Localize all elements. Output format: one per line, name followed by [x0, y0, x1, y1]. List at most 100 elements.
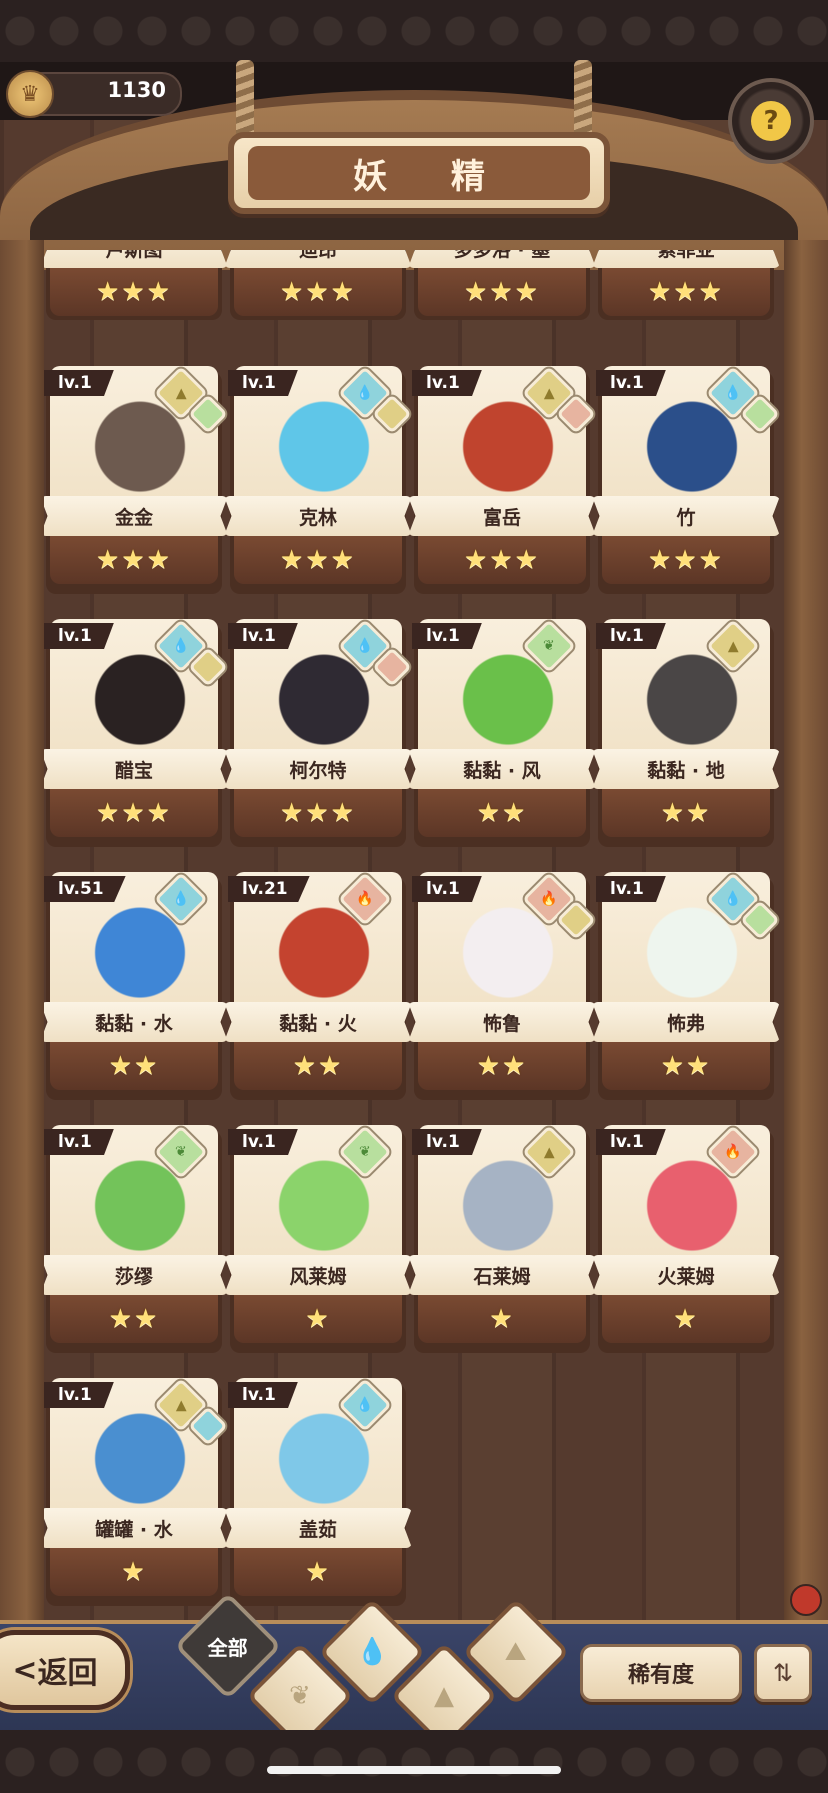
fairy-card[interactable]: lv.1 ▲ 罐罐 · 水 ★ — [44, 1378, 228, 1610]
star-rating: ★★★ — [418, 536, 586, 584]
fairy-name: 黏黏 · 火 — [279, 1012, 357, 1035]
fairy-card[interactable]: lv.1 💧 竹 ★★★ — [592, 366, 780, 598]
level-badge: lv.1 — [228, 1382, 298, 1408]
right-post — [784, 240, 828, 1630]
fairy-name: 富岳 — [482, 506, 521, 529]
fairy-card[interactable]: lv.51 💧 黏黏 · 水 ★★ — [44, 872, 228, 1104]
name-ribbon: 石莱姆 — [408, 1255, 596, 1295]
filter-all-label: 全部 — [208, 1635, 248, 1660]
rarity-sort-button[interactable]: 稀有度 — [580, 1644, 742, 1702]
fairy-card[interactable]: lv.1 💧 盖茹 ★ — [224, 1378, 412, 1610]
name-ribbon: 黏黏 · 火 — [224, 1002, 412, 1042]
level-badge: lv.1 — [596, 876, 666, 902]
star-rating: ★★★ — [50, 268, 218, 316]
name-ribbon: 盖茹 — [224, 1508, 412, 1548]
star-rating: ★★★ — [234, 789, 402, 837]
page-title: 妖 精 — [248, 146, 590, 200]
bottom-decor-band — [0, 1730, 828, 1793]
level-badge: lv.1 — [596, 623, 666, 649]
fairy-card[interactable]: lv.1 ❦ 莎缪 ★★ — [44, 1125, 228, 1357]
star-rating: ★★ — [234, 1042, 402, 1090]
name-ribbon: 罐罐 · 水 — [44, 1508, 228, 1548]
name-ribbon: 风莱姆 — [224, 1255, 412, 1295]
help-button[interactable]: ? — [728, 78, 814, 164]
fairy-card[interactable]: lv.1 💧 醋宝 ★★★ — [44, 619, 228, 851]
star-rating: ★★ — [418, 1042, 586, 1090]
level-badge: lv.1 — [228, 623, 298, 649]
name-ribbon: 富岳 — [408, 496, 596, 536]
level-badge: lv.1 — [596, 1129, 666, 1155]
fairy-card[interactable]: lv.21 🔥 黏黏 · 火 ★★ — [224, 872, 412, 1104]
back-button[interactable]: < 返回 — [0, 1630, 130, 1710]
home-indicator — [267, 1766, 561, 1774]
level-badge: lv.1 — [44, 370, 114, 396]
star-rating: ★ — [418, 1295, 586, 1343]
level-badge: lv.1 — [44, 1129, 114, 1155]
rock-icon: ▲ — [434, 1681, 454, 1711]
back-label: 返回 — [37, 1656, 98, 1691]
star-rating: ★★ — [602, 789, 770, 837]
star-rating: ★★ — [418, 789, 586, 837]
fairy-card[interactable]: lv.1 ❦ 黏黏 · 风 ★★ — [408, 619, 596, 851]
fairy-name: 索菲亚 — [657, 250, 714, 262]
fairy-card[interactable]: lv.1 💧 柯尔特 ★★★ — [224, 619, 412, 851]
fairy-name: 火莱姆 — [657, 1265, 715, 1288]
mountain-fire-icon: ⛰ — [505, 1636, 527, 1667]
star-rating: ★★ — [602, 1042, 770, 1090]
star-rating: ★★★ — [418, 268, 586, 316]
fairy-name: 克林 — [298, 506, 337, 529]
ladybug-icon — [790, 1584, 822, 1616]
fairy-card[interactable]: lv.1 ❦ 风莱姆 ★ — [224, 1125, 412, 1357]
level-badge: lv.1 — [412, 1129, 482, 1155]
fairy-name: 怖弗 — [666, 1012, 705, 1035]
name-ribbon: 黏黏 · 风 — [408, 749, 596, 789]
name-ribbon: 竹 — [592, 496, 780, 536]
name-ribbon: 醋宝 — [44, 749, 228, 789]
sort-order-button[interactable]: ⇅ — [754, 1644, 812, 1702]
star-rating: ★★ — [50, 1295, 218, 1343]
name-ribbon: 柯尔特 — [224, 749, 412, 789]
level-badge: lv.1 — [228, 370, 298, 396]
name-ribbon: 金金 — [44, 496, 228, 536]
fairy-name: 迪昂 — [299, 250, 337, 262]
fairy-name: 柯尔特 — [289, 759, 347, 782]
name-ribbon: 克林 — [224, 496, 412, 536]
fairy-name: 卢斯图 — [105, 250, 162, 262]
fairy-name: 醋宝 — [114, 759, 153, 782]
level-badge: lv.1 — [44, 623, 114, 649]
level-badge: lv.1 — [228, 1129, 298, 1155]
fairy-name: 黏黏 · 水 — [95, 1012, 173, 1035]
top-decor-band — [0, 0, 828, 62]
star-rating: ★ — [234, 1295, 402, 1343]
fairy-name: 风莱姆 — [289, 1265, 347, 1288]
fairy-card[interactable]: lv.1 🔥 怖鲁 ★★ — [408, 872, 596, 1104]
level-badge: lv.51 — [44, 876, 126, 902]
star-rating: ★★★ — [602, 536, 770, 584]
fairy-card[interactable]: lv.1 ▲ 石莱姆 ★ — [408, 1125, 596, 1357]
star-rating: ★★★ — [602, 268, 770, 316]
fairy-name: 怖鲁 — [482, 1012, 521, 1035]
level-badge: lv.1 — [44, 1382, 114, 1408]
fairy-name: 罐罐 · 水 — [95, 1518, 173, 1541]
name-ribbon: 怖弗 — [592, 1002, 780, 1042]
droplet-icon: 💧 — [355, 1637, 389, 1667]
title-plate: 妖 精 — [228, 132, 610, 214]
fairy-card[interactable]: lv.1 🔥 火莱姆 ★ — [592, 1125, 780, 1357]
name-ribbon: 黏黏 · 水 — [44, 1002, 228, 1042]
star-rating: ★★★ — [50, 536, 218, 584]
star-rating: ★★ — [50, 1042, 218, 1090]
fairy-card[interactable]: lv.1 ▲ 黏黏 · 地 ★★ — [592, 619, 780, 851]
chevron-left-icon: < — [12, 1652, 38, 1688]
fairy-name: 莎缪 — [114, 1265, 153, 1288]
fairy-name: 多多洛 · 墨 — [454, 250, 550, 262]
sort-icon: ⇅ — [772, 1659, 794, 1687]
fairy-card[interactable]: lv.1 ▲ 富岳 ★★★ — [408, 366, 596, 598]
fairy-card[interactable]: lv.1 💧 怖弗 ★★ — [592, 872, 780, 1104]
sprout-icon: ❦ — [289, 1680, 311, 1711]
fairy-name: 石莱姆 — [473, 1265, 531, 1288]
fairy-card[interactable]: lv.1 ▲ 金金 ★★★ — [44, 366, 228, 598]
name-ribbon: 莎缪 — [44, 1255, 228, 1295]
fairy-card[interactable]: lv.1 💧 克林 ★★★ — [224, 366, 412, 598]
star-rating: ★ — [234, 1548, 402, 1596]
fairy-name: 金金 — [114, 506, 153, 529]
